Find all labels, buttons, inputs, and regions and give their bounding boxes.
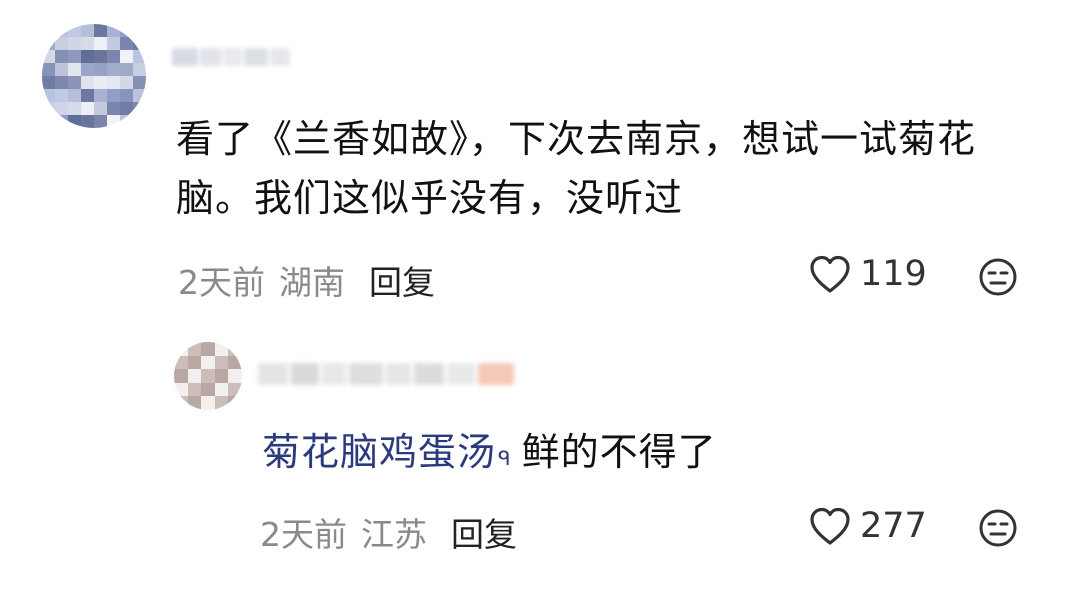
reply-reply-button[interactable]: 回复	[451, 508, 517, 556]
comment-time: 2天前	[178, 263, 265, 302]
reply-time: 2天前	[260, 515, 347, 554]
avatar[interactable]	[42, 24, 146, 128]
search-link[interactable]: 菊花脑鸡蛋汤	[262, 430, 496, 474]
reply-body: 鲜的不得了	[521, 430, 717, 474]
reply-button[interactable]: 回复	[369, 256, 435, 304]
comment-location: 湖南	[279, 263, 345, 302]
reply-like-count: 277	[860, 506, 927, 546]
like-button[interactable]: 119	[808, 254, 927, 294]
neutral-face-icon[interactable]	[978, 257, 1018, 297]
like-count: 119	[860, 254, 927, 294]
comment-text: 看了《兰香如故》，下次去南京，想试一试菊花脑。我们这似乎没有，没听过	[176, 117, 977, 220]
reply-text: 菊花脑鸡蛋汤 ᑫ 鲜的不得了	[262, 424, 717, 480]
comment-meta: 2天前 湖南 回复	[178, 256, 435, 304]
reply-location: 江苏	[361, 515, 427, 554]
heart-outline-icon	[808, 506, 852, 546]
search-icon[interactable]: ᑫ	[498, 430, 512, 486]
reply-like-button[interactable]: 277	[808, 506, 927, 546]
heart-outline-icon	[808, 254, 852, 294]
neutral-face-icon[interactable]	[978, 508, 1018, 548]
reply-meta: 2天前 江苏 回复	[260, 508, 517, 556]
reply-avatar[interactable]	[174, 342, 242, 410]
username-blurred[interactable]	[172, 42, 294, 72]
reply-username-blurred[interactable]	[258, 356, 514, 392]
